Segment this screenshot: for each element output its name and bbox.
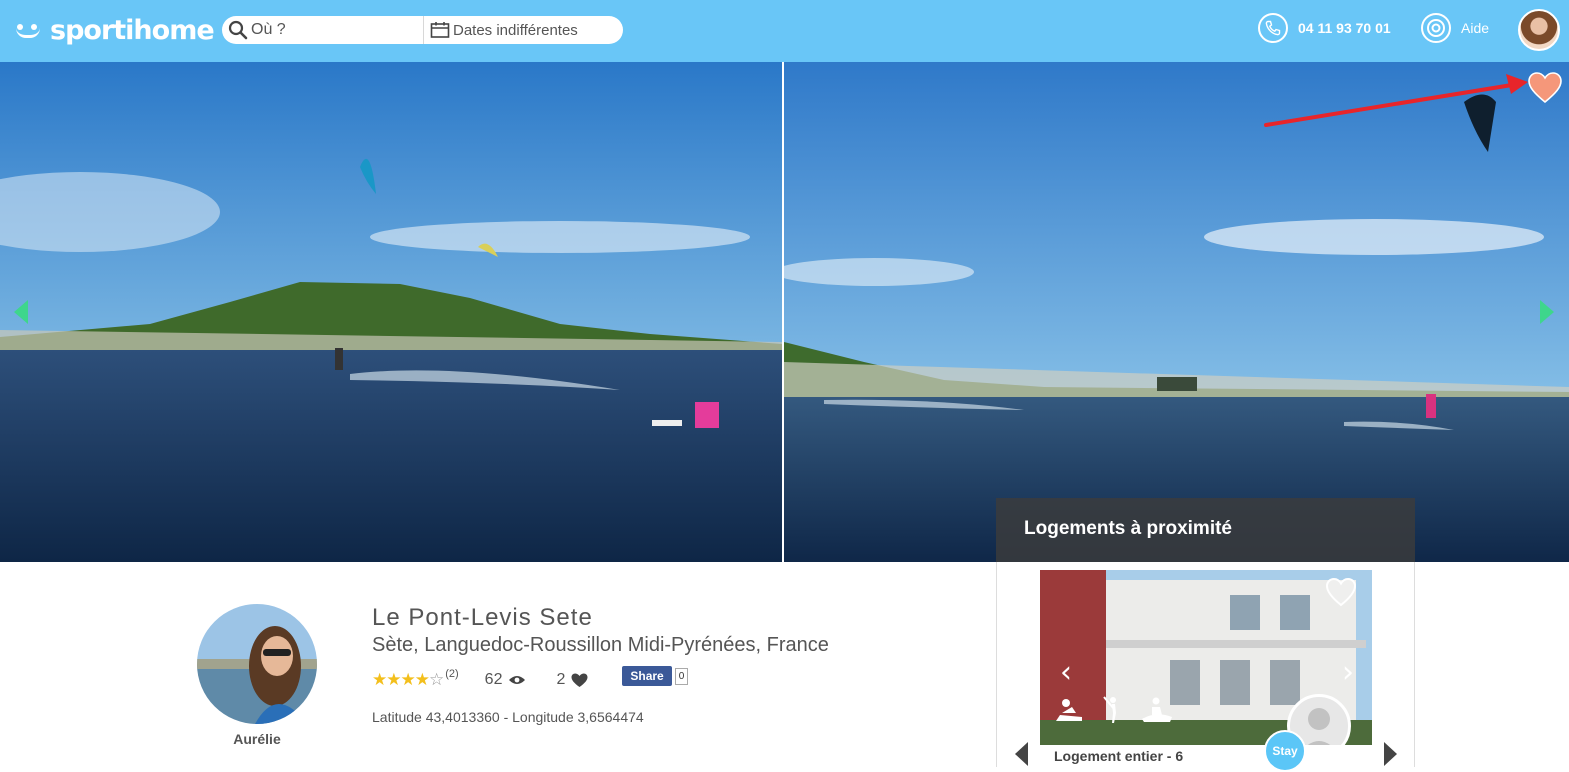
logo-smile-icon bbox=[14, 20, 44, 40]
sportihome-logo[interactable]: sportihome bbox=[14, 12, 215, 48]
eye-icon bbox=[509, 676, 526, 684]
share-count: 0 bbox=[674, 667, 689, 685]
kitesurf-icon bbox=[1052, 695, 1086, 725]
likes-count: 2 bbox=[556, 671, 588, 689]
jetski-icon bbox=[1140, 695, 1174, 725]
location-search-input[interactable]: Où ? bbox=[222, 16, 424, 44]
sport-icons bbox=[1052, 695, 1174, 725]
nearby-card-title[interactable]: Logement entier - 6 bbox=[1054, 748, 1183, 764]
host-name: Aurélie bbox=[233, 731, 281, 747]
card-next-arrow[interactable]: › bbox=[1342, 658, 1354, 688]
nearby-next-arrow[interactable] bbox=[1384, 742, 1397, 766]
phone-contact[interactable]: 04 11 93 70 01 bbox=[1258, 13, 1391, 43]
views-count: 62 bbox=[485, 671, 527, 689]
host-photo[interactable] bbox=[197, 604, 317, 724]
gallery-photo-1[interactable] bbox=[0, 62, 782, 562]
card-prev-arrow[interactable]: ‹ bbox=[1060, 658, 1072, 688]
listing-location: Sète, Languedoc-Roussillon Midi-Pyrénées… bbox=[372, 634, 829, 656]
search-bar: Où ? Dates indifférentes bbox=[222, 16, 623, 44]
dates-label: Dates indifférentes bbox=[453, 21, 578, 39]
nearby-prev-arrow[interactable] bbox=[1015, 742, 1028, 766]
listing-title: Le Pont-Levis Sete bbox=[372, 604, 593, 631]
review-count[interactable]: (2) bbox=[445, 668, 458, 680]
gallery-photo-2[interactable] bbox=[784, 62, 1569, 562]
heart-icon bbox=[571, 673, 588, 687]
nearby-panel: ‹ › Stay Logement entier - 6 bbox=[996, 562, 1415, 772]
views-number: 62 bbox=[484, 671, 503, 688]
top-bar: sportihome Où ? Dates indifférentes 04 1… bbox=[0, 0, 1569, 62]
location-placeholder: Où ? bbox=[251, 21, 286, 38]
favorite-heart-icon[interactable] bbox=[1528, 72, 1562, 104]
nearby-listing-photo[interactable]: ‹ › bbox=[1040, 570, 1372, 745]
facebook-share: Share 0 bbox=[622, 666, 689, 686]
golf-icon bbox=[1096, 695, 1130, 725]
listing-coordinates: Latitude 43,4013360 - Longitude 3,656447… bbox=[372, 709, 644, 725]
logo-text: sportihome bbox=[50, 14, 215, 46]
facebook-share-button[interactable]: Share bbox=[622, 666, 672, 686]
gallery-next-arrow[interactable] bbox=[1540, 300, 1554, 324]
help-link[interactable]: Aide bbox=[1421, 13, 1489, 43]
stay-badge: Stay bbox=[1264, 730, 1306, 772]
dates-picker[interactable]: Dates indifférentes bbox=[424, 16, 623, 44]
calendar-icon bbox=[430, 22, 450, 38]
lifebuoy-icon bbox=[1421, 13, 1451, 43]
likes-number: 2 bbox=[556, 671, 566, 688]
search-icon bbox=[228, 20, 248, 40]
rating-stars[interactable]: ★★★★☆ bbox=[372, 670, 444, 690]
photo-gallery bbox=[0, 62, 1569, 562]
user-avatar[interactable] bbox=[1518, 9, 1560, 51]
help-label: Aide bbox=[1461, 20, 1490, 36]
gallery-prev-arrow[interactable] bbox=[14, 300, 28, 324]
card-favorite-heart-icon[interactable] bbox=[1325, 577, 1357, 607]
phone-number: 04 11 93 70 01 bbox=[1298, 20, 1391, 36]
phone-icon bbox=[1258, 13, 1288, 43]
nearby-header: Logements à proximité bbox=[996, 498, 1415, 562]
listing-meta: ★★★★☆ (2) 62 2 Share 0 bbox=[372, 666, 689, 690]
